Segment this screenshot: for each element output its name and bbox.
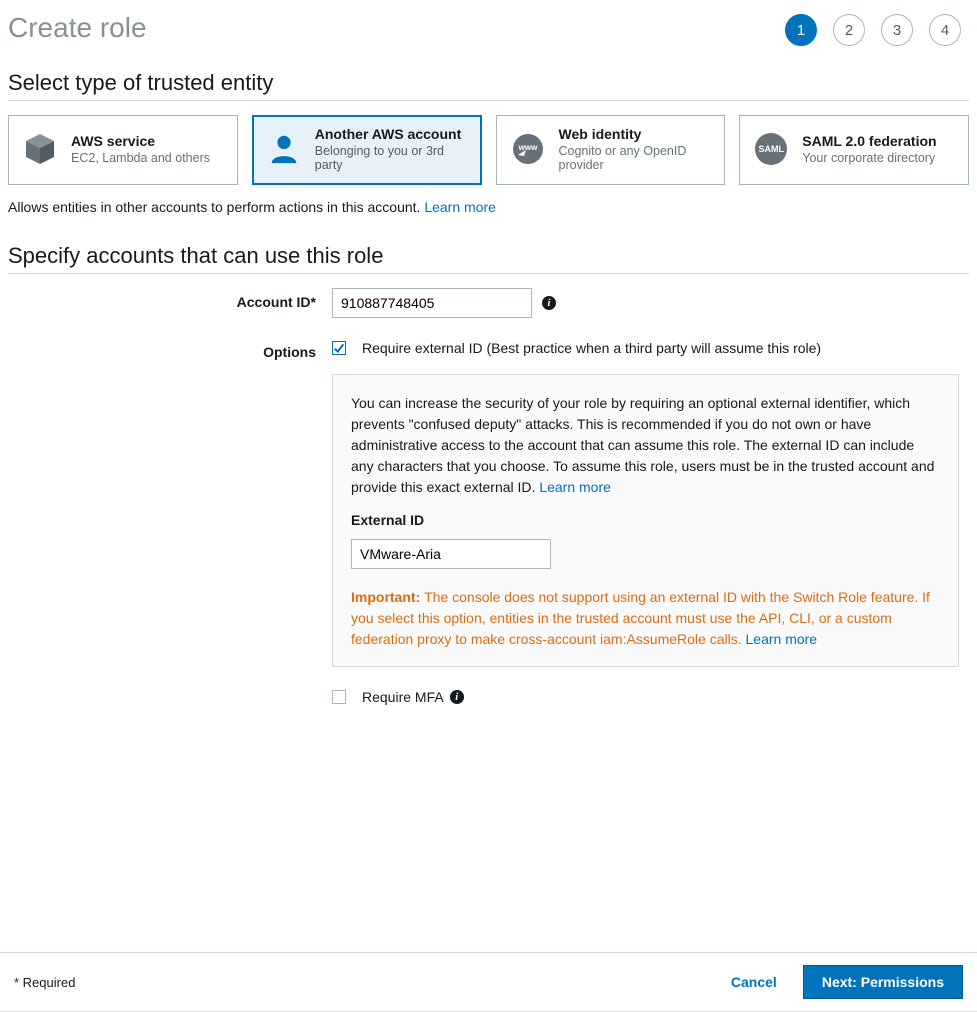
entity-description-text: Allows entities in other accounts to per… [8, 199, 424, 215]
account-id-label: Account ID* [8, 288, 332, 310]
entity-card-saml[interactable]: SAML SAML 2.0 federation Your corporate … [739, 115, 969, 185]
entity-subtitle: Belonging to you or 3rd party [315, 144, 469, 172]
require-external-id-checkbox[interactable] [332, 341, 346, 355]
divider [8, 273, 969, 274]
divider [8, 100, 969, 101]
page-title: Create role [8, 12, 147, 44]
entity-title: Another AWS account [315, 126, 469, 142]
external-id-panel: You can increase the security of your ro… [332, 374, 959, 667]
section-trusted-entity-title: Select type of trusted entity [8, 70, 969, 96]
entity-card-another-account[interactable]: Another AWS account Belonging to you or … [252, 115, 482, 185]
user-icon [265, 130, 303, 168]
require-mfa-text: Require MFA [362, 689, 444, 705]
external-id-input[interactable] [351, 539, 551, 569]
saml-icon: SAML [752, 130, 790, 168]
wizard-stepper: 1 2 3 4 [785, 14, 961, 46]
required-note: * Required [14, 975, 75, 990]
step-2[interactable]: 2 [833, 14, 865, 46]
info-icon[interactable]: i [542, 296, 556, 310]
entity-subtitle: EC2, Lambda and others [71, 151, 210, 165]
account-id-input[interactable] [332, 288, 532, 318]
entity-subtitle: Your corporate directory [802, 151, 936, 165]
require-external-id-text: Require external ID (Best practice when … [362, 340, 821, 356]
options-label: Options [8, 338, 332, 360]
next-permissions-button[interactable]: Next: Permissions [803, 965, 963, 999]
section-specify-accounts-title: Specify accounts that can use this role [8, 243, 969, 269]
entity-title: AWS service [71, 133, 210, 149]
step-4[interactable]: 4 [929, 14, 961, 46]
entity-title: SAML 2.0 federation [802, 133, 936, 149]
step-3[interactable]: 3 [881, 14, 913, 46]
entity-title: Web identity [559, 126, 713, 142]
globe-icon: www [509, 130, 547, 168]
trusted-entity-cards: AWS service EC2, Lambda and others Anoth… [8, 115, 969, 185]
entity-card-aws-service[interactable]: AWS service EC2, Lambda and others [8, 115, 238, 185]
require-mfa-checkbox[interactable] [332, 690, 346, 704]
step-1[interactable]: 1 [785, 14, 817, 46]
box-icon [21, 130, 59, 168]
learn-more-link[interactable]: Learn more [539, 479, 611, 495]
important-body: The console does not support using an ex… [351, 589, 930, 647]
external-id-help-text: You can increase the security of your ro… [351, 395, 934, 495]
external-id-label: External ID [351, 510, 940, 531]
info-icon[interactable]: i [450, 690, 464, 704]
learn-more-link[interactable]: Learn more [424, 199, 496, 215]
svg-text:www: www [517, 143, 537, 152]
entity-subtitle: Cognito or any OpenID provider [559, 144, 713, 172]
important-note: Important: The console does not support … [351, 587, 940, 650]
cancel-button[interactable]: Cancel [725, 973, 783, 991]
entity-description: Allows entities in other accounts to per… [8, 199, 969, 215]
learn-more-link[interactable]: Learn more [746, 631, 818, 647]
important-prefix: Important: [351, 589, 424, 605]
footer: * Required Cancel Next: Permissions [0, 952, 977, 1012]
entity-card-web-identity[interactable]: www Web identity Cognito or any OpenID p… [496, 115, 726, 185]
